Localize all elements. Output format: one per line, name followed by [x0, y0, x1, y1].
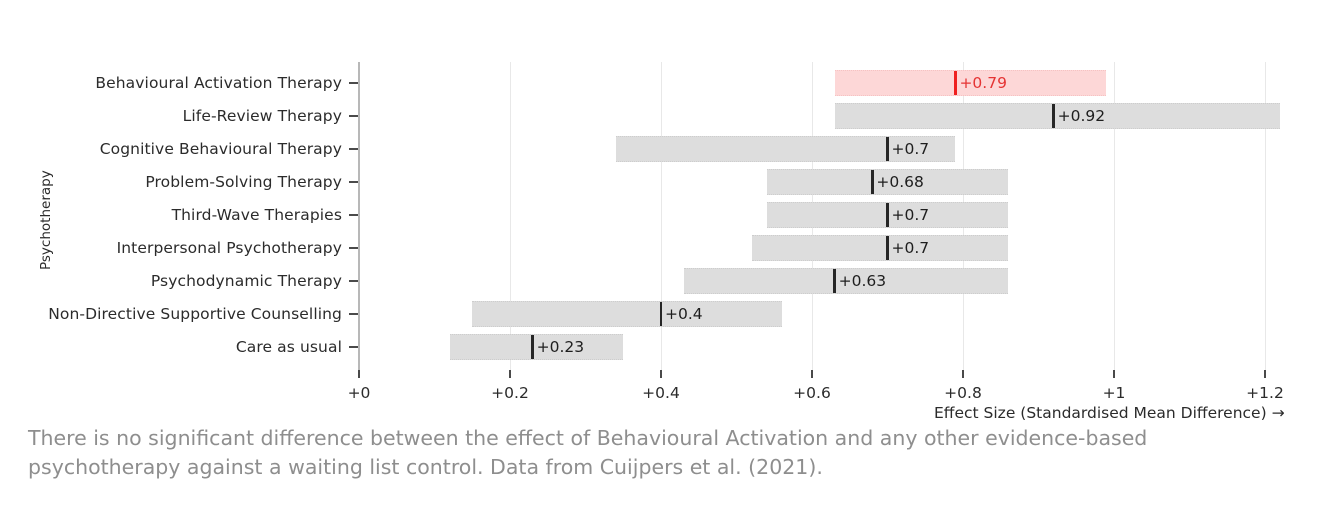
x-tick-label-+0.2: +0.2: [491, 384, 529, 402]
y-axis-category-label: Care as usual: [235, 338, 342, 356]
y-tick-0: [349, 82, 358, 84]
y-axis-category-label: Problem-Solving Therapy: [145, 173, 342, 191]
y-tick-2: [349, 148, 358, 150]
y-tick-1: [349, 115, 358, 117]
figure-root: +0 +0.2 +0.4 +0.6 +0.8 +1 +1.2 Effect Size (Sta…: [0, 0, 1342, 520]
x-tick-+0.8: [962, 370, 964, 378]
y-axis-category-label: Non-Directive Supportive Counselling: [48, 305, 342, 323]
point-estimate-label: +0.68: [876, 173, 924, 191]
point-estimate-marker: [659, 302, 663, 326]
forest-plot: +0 +0.2 +0.4 +0.6 +0.8 +1 +1.2 Effect Size (Sta…: [0, 0, 1342, 421]
y-axis-category-label: Behavioural Activation Therapy: [95, 74, 342, 92]
point-estimate-label: +0.92: [1057, 107, 1106, 125]
x-axis-title: Effect Size (Standardised Mean Differenc…: [934, 404, 1285, 422]
point-estimate-label: +0.63: [838, 272, 887, 290]
y-tick-6: [349, 280, 358, 282]
x-tick-label-+0: +0: [347, 384, 371, 402]
x-tick-label-+1: +1: [1102, 384, 1126, 402]
point-estimate-marker: [833, 269, 836, 293]
point-estimate-label: +0.7: [891, 239, 930, 257]
x-tick-label-+0.8: +0.8: [944, 384, 982, 402]
point-estimate-label: +0.7: [891, 206, 930, 224]
point-estimate-marker: [954, 71, 957, 95]
point-estimate-label: +0.23: [536, 338, 585, 356]
point-estimate-label: +0.7: [891, 140, 930, 158]
x-tick-+0.4: [660, 370, 662, 378]
y-tick-5: [349, 247, 358, 249]
gridline-x-+0.2: [509, 62, 511, 378]
point-estimate-marker: [886, 236, 889, 260]
x-tick-label-+1.2: +1.2: [1246, 384, 1284, 402]
x-tick-+0.2: [509, 370, 511, 378]
x-tick-+1.2: [1264, 370, 1266, 378]
y-axis-category-label: Psychodynamic Therapy: [150, 272, 342, 290]
point-estimate-label: +0.79: [959, 74, 1007, 92]
point-estimate-marker: [886, 203, 889, 227]
point-estimate-marker: [1052, 104, 1055, 128]
y-axis-category-label: Life-Review Therapy: [182, 107, 342, 125]
point-estimate-marker: [871, 170, 874, 194]
figure-caption: There is no significant difference betwe…: [28, 426, 1148, 479]
y-tick-8: [349, 346, 358, 348]
y-tick-4: [349, 214, 358, 216]
confidence-interval-bar: [472, 301, 782, 327]
x-tick-+0: [358, 370, 360, 378]
y-axis-line: [358, 62, 360, 378]
confidence-interval-bar: [751, 235, 1009, 261]
y-axis-category-label: Cognitive Behavioural Therapy: [99, 140, 342, 158]
x-tick-label-+0.6: +0.6: [793, 384, 831, 402]
y-axis-category-label: Interpersonal Psychotherapy: [116, 239, 342, 257]
x-tick-+0.6: [811, 370, 813, 378]
gridline-x-+0.4: [660, 62, 662, 378]
x-tick-+1: [1113, 370, 1115, 378]
y-tick-3: [349, 181, 358, 183]
y-tick-7: [349, 313, 358, 315]
point-estimate-marker: [531, 335, 534, 359]
y-axis-category-label: Third-Wave Therapies: [171, 206, 342, 224]
point-estimate-label: +0.4: [665, 305, 703, 323]
x-tick-label-+0.4: +0.4: [642, 384, 680, 402]
point-estimate-marker: [886, 137, 889, 161]
